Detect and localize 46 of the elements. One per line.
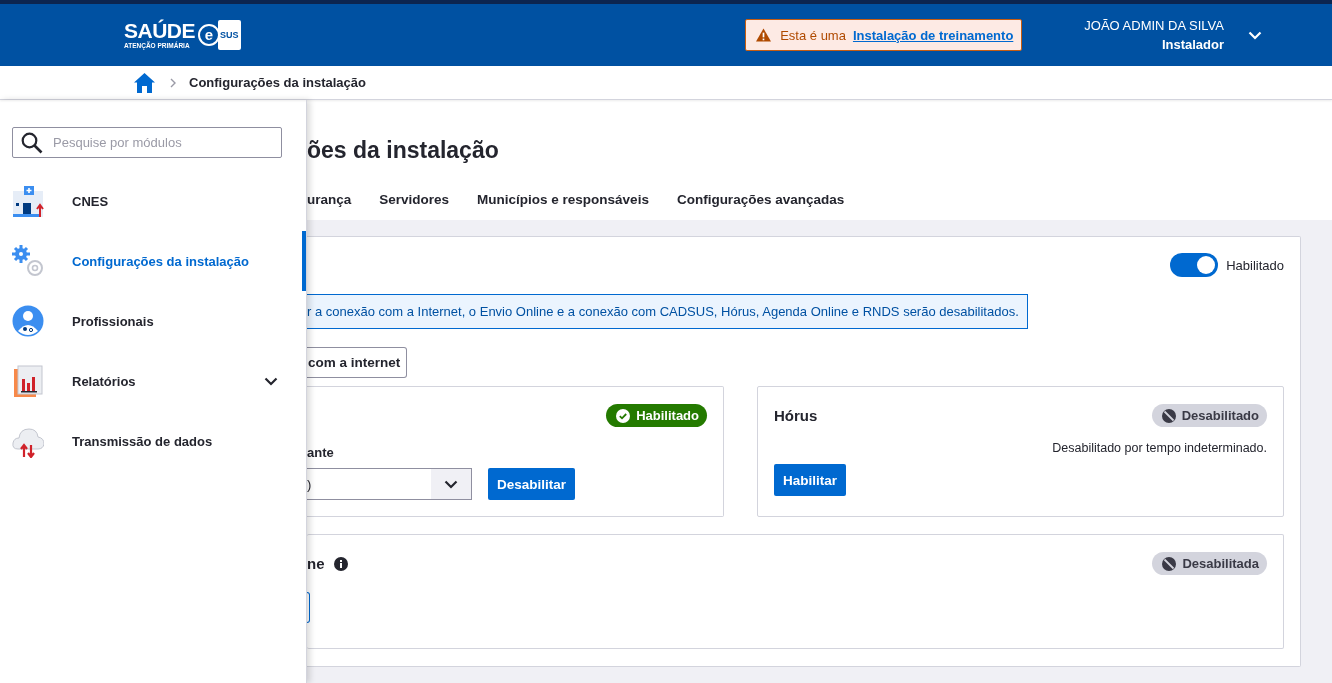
notice-text: Esta é uma [780, 27, 846, 43]
tab[interactable]: Servidores [379, 184, 450, 218]
blocked-icon [1162, 556, 1177, 571]
user-name: JOÃO ADMIN DA SILVA [1084, 18, 1224, 33]
warning-icon [756, 28, 772, 42]
outline-button[interactable] [306, 592, 310, 623]
toggle-label: Habilitado [1226, 257, 1284, 273]
search-field[interactable]: Pesquise por módulos [12, 127, 282, 158]
chevron-down-icon [444, 479, 458, 489]
primary-button[interactable]: Habilitar [774, 464, 846, 496]
nav-item[interactable]: Configurações da instalação [0, 231, 306, 291]
primary-button[interactable]: Desabilitar [488, 468, 576, 500]
status-badge: Desabilitado [1151, 404, 1267, 427]
nav-item[interactable]: Relatórios [0, 351, 306, 411]
chevron-down-icon [1248, 30, 1262, 40]
user-role: Instalador [1161, 37, 1224, 52]
nav-item[interactable]: CNES [0, 171, 306, 231]
breadcrumb-current: Configurações da instalação [189, 75, 366, 90]
info-alert: r a conexão com a Internet, o Envio Online e a conexão com CADSUS, Hórus, Agenda Online e RNDS serão desabilitados. [307, 294, 1028, 329]
home-icon [134, 72, 155, 93]
status-badge: Habilitado [606, 404, 707, 427]
status-note: Desabilitado por tempo indeterminado. [1051, 441, 1267, 455]
service-title: Hórus [774, 407, 818, 424]
person-icon [12, 304, 44, 338]
nav-item[interactable]: Transmissão de dados [0, 411, 306, 471]
page-title: ões da instalação [307, 136, 500, 164]
nav-item[interactable]: Profissionais [0, 291, 306, 351]
check-circle-icon [616, 408, 631, 423]
chevron-right-icon [170, 77, 176, 88]
home-link[interactable] [134, 72, 155, 93]
logo-title: SAÚDE [124, 20, 195, 41]
service-title: ne [307, 555, 325, 572]
select-field[interactable]: ) [307, 468, 472, 500]
logo-badge: SUS [218, 20, 241, 50]
field-label: ante [307, 445, 335, 460]
gears-icon [12, 244, 44, 278]
tab[interactable]: urança [307, 184, 352, 218]
tab[interactable]: Configurações avançadas [676, 184, 845, 218]
status-badge: Desabilitada [1152, 552, 1267, 575]
outline-button[interactable]: com a internet [307, 347, 408, 378]
blocked-icon [1161, 408, 1176, 423]
notice-link[interactable]: Instalação de treinamento [852, 27, 1014, 43]
hospital-icon [12, 184, 44, 218]
tab[interactable]: Municípios e responsáveis [477, 184, 649, 218]
bar-chart-document-icon [12, 364, 44, 398]
toggle-switch[interactable] [1170, 253, 1219, 277]
